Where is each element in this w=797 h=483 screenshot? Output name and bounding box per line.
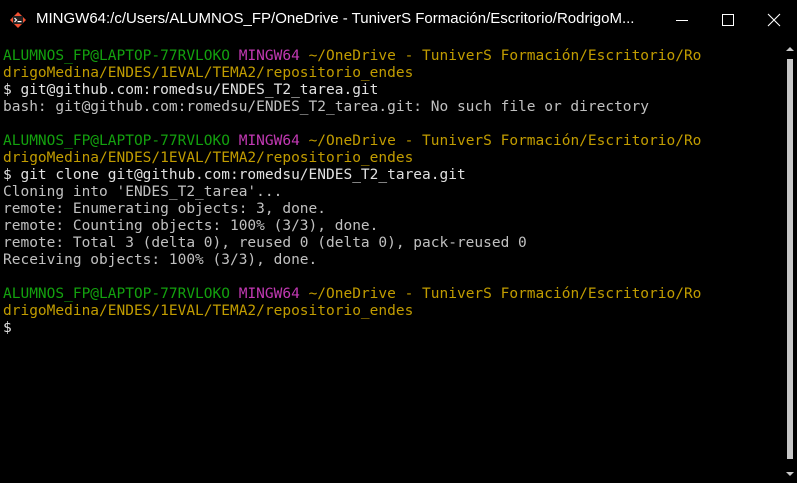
vertical-scrollbar[interactable] [783,40,797,483]
prompt-shell: MINGW64 [238,286,300,302]
prompt-path: ~/OneDrive - TuniverS Formación/Escritor… [308,133,702,149]
output-line: Receiving objects: 100% (3/3), done. [3,252,318,268]
terminal-output[interactable]: ALUMNOS_FP@LAPTOP-77RVLOKO MINGW64 ~/One… [3,48,781,337]
title-bar[interactable]: MINGW64:/c/Users/ALUMNOS_FP/OneDrive - T… [0,0,797,40]
prompt-path-continued: drigoMedina/ENDES/1EVAL/TEMA2/repositori… [3,303,414,319]
command-line: $ git clone git@github.com:romedsu/ENDES… [3,167,466,183]
prompt-shell: MINGW64 [238,48,300,64]
window-title: MINGW64:/c/Users/ALUMNOS_FP/OneDrive - T… [36,10,635,27]
git-bash-icon[interactable] [9,11,27,29]
terminal-window: MINGW64:/c/Users/ALUMNOS_FP/OneDrive - T… [0,0,797,483]
prompt-line: ALUMNOS_FP@LAPTOP-77RVLOKO MINGW64 ~/One… [3,133,781,150]
output-line: remote: Enumerating objects: 3, done. [3,201,327,217]
prompt-path: ~/OneDrive - TuniverS Formación/Escritor… [308,48,702,64]
maximize-button[interactable] [705,0,751,40]
maximize-icon [722,14,734,26]
minimize-icon [676,20,688,21]
prompt-shell: MINGW64 [238,133,300,149]
output-line: remote: Counting objects: 100% (3/3), do… [3,218,379,234]
scroll-up-icon[interactable] [786,46,794,52]
output-line: Cloning into 'ENDES_T2_tarea'... [3,184,283,200]
output-line: bash: git@github.com:romedsu/ENDES_T2_ta… [3,99,650,115]
scrollbar-thumb[interactable] [787,59,793,459]
close-button[interactable] [751,0,797,40]
minimize-button[interactable] [659,0,705,40]
prompt-path-continued: drigoMedina/ENDES/1EVAL/TEMA2/repositori… [3,150,414,166]
scroll-down-icon[interactable] [786,471,794,477]
prompt-line: ALUMNOS_FP@LAPTOP-77RVLOKO MINGW64 ~/One… [3,48,781,65]
prompt-path: ~/OneDrive - TuniverS Formación/Escritor… [308,286,702,302]
command-input-line[interactable]: $ [3,320,781,337]
command-line: $ git@github.com:romedsu/ENDES_T2_tarea.… [3,82,379,98]
prompt-path-continued: drigoMedina/ENDES/1EVAL/TEMA2/repositori… [3,65,414,81]
prompt-user: ALUMNOS_FP@LAPTOP-77RVLOKO [3,286,230,302]
output-line: remote: Total 3 (delta 0), reused 0 (del… [3,235,527,251]
close-icon [767,13,781,27]
prompt-user: ALUMNOS_FP@LAPTOP-77RVLOKO [3,48,230,64]
prompt-user: ALUMNOS_FP@LAPTOP-77RVLOKO [3,133,230,149]
prompt-line: ALUMNOS_FP@LAPTOP-77RVLOKO MINGW64 ~/One… [3,286,781,303]
